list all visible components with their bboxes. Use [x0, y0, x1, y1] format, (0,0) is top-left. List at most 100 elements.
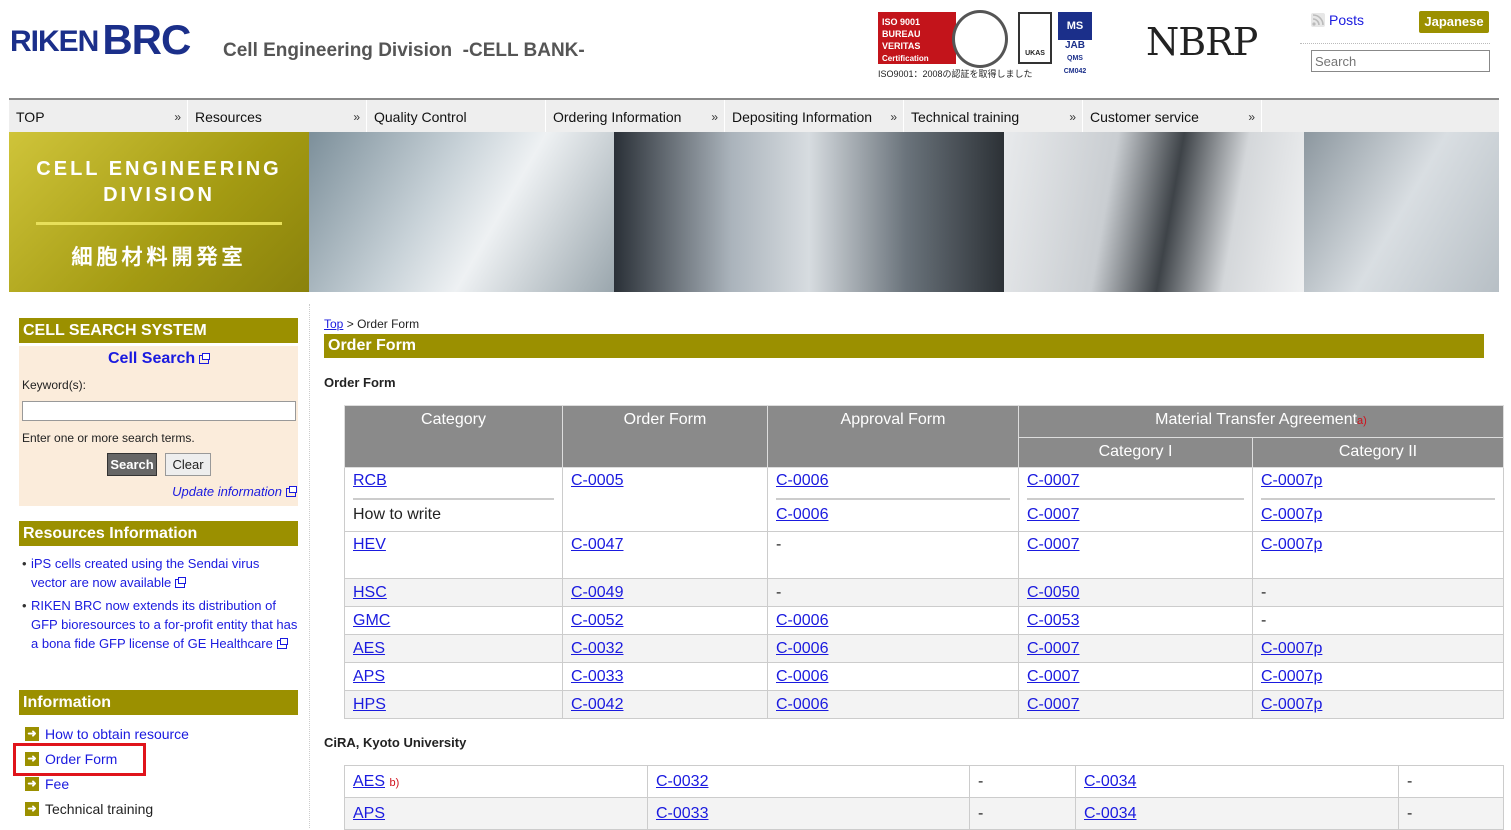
cell-order: C-0052 [562, 606, 768, 635]
category-link-hps[interactable]: HPS [353, 696, 386, 713]
table-row: HPS C-0042 C-0006 C-0007 C-0007p [344, 690, 1504, 719]
update-information-label: Update information [172, 484, 282, 499]
resources-information-heading: Resources Information [19, 521, 298, 546]
table-row: HSC C-0049 - C-0050 - [344, 578, 1504, 607]
cell-mta-cat2: C-0007p [1252, 634, 1504, 663]
nav-label: Technical training [911, 109, 1020, 125]
clear-button[interactable]: Clear [165, 453, 211, 476]
nav-ordering-information[interactable]: Ordering Information » [546, 100, 725, 132]
section-heading-order-form: Order Form [324, 375, 396, 390]
header-category: Category [344, 405, 563, 468]
posts-link[interactable]: Posts [1311, 12, 1364, 28]
mta-cat1-link[interactable]: C-0007 [1027, 696, 1079, 713]
category-link-hsc[interactable]: HSC [353, 584, 387, 601]
mta-cat2-howto-link[interactable]: C-0007p [1261, 506, 1322, 523]
keyword-label: Keyword(s): [22, 378, 87, 392]
info-fee[interactable]: ➜ Fee [25, 776, 69, 792]
info-link-label: Fee [45, 776, 70, 792]
mta-cat2-link[interactable]: C-0007p [1261, 640, 1322, 657]
category-link-rcb[interactable]: RCB [353, 472, 387, 489]
cell-search-heading: CELL SEARCH SYSTEM [19, 318, 298, 343]
arrow-right-icon: ➜ [25, 802, 39, 816]
nav-technical-training[interactable]: Technical training » [904, 100, 1083, 132]
cell-mta-cat1: C-0007 [1018, 662, 1253, 691]
approval-form-link[interactable]: C-0006 [776, 612, 828, 629]
iso-certification-logos: ISO 9001 BUREAU VERITAS Certification UKAS… [876, 10, 1094, 79]
mta-cat1-link[interactable]: C-0007 [1027, 640, 1079, 657]
mta-link[interactable]: C-0034 [1084, 773, 1136, 790]
mta-cat2-link[interactable]: C-0007p [1261, 536, 1322, 553]
nav-quality-control[interactable]: Quality Control [367, 100, 546, 132]
mta-cat2-link[interactable]: C-0007p [1261, 472, 1322, 489]
category-link-gmc[interactable]: GMC [353, 612, 390, 629]
nav-depositing-information[interactable]: Depositing Information » [725, 100, 904, 132]
header: RIKEN BRC Cell Engineering Division -CEL… [0, 0, 1511, 100]
nav-top[interactable]: TOP » [9, 100, 188, 132]
cell-mta: C-0034 [1075, 765, 1399, 798]
category-link-aps[interactable]: APS [353, 668, 385, 685]
category-link-hev[interactable]: HEV [353, 536, 386, 553]
riken-brc-logo[interactable]: RIKEN BRC [10, 18, 191, 62]
mta-cat1-link[interactable]: C-0007 [1027, 668, 1079, 685]
nav-customer-service[interactable]: Customer service » [1083, 100, 1262, 132]
order-form-link[interactable]: C-0032 [656, 773, 708, 790]
order-form-link[interactable]: C-0049 [571, 584, 623, 601]
list-item: iPS cells created using the Sendai virus… [21, 554, 298, 592]
update-information-link[interactable]: Update information [172, 484, 297, 499]
cell-mta-cat2: - [1252, 606, 1504, 635]
double-chevron-down-icon: » [890, 110, 897, 124]
info-how-to-obtain[interactable]: ➜ How to obtain resource [25, 726, 189, 742]
mta-cat1-link[interactable]: C-0053 [1027, 612, 1079, 629]
order-form-link[interactable]: C-0042 [571, 696, 623, 713]
order-form-link[interactable]: C-0005 [571, 472, 623, 489]
approval-howto-link[interactable]: C-0006 [776, 506, 828, 523]
search-button[interactable]: Search [107, 453, 157, 476]
cell-category: GMC [344, 606, 563, 635]
category-link-aes[interactable]: AES [353, 640, 385, 657]
order-form-link[interactable]: C-0032 [571, 640, 623, 657]
cell-search-panel: Cell Search Keyword(s): Enter one or mor… [19, 346, 298, 506]
how-to-write-label: How to write [353, 498, 554, 524]
category-link-aes[interactable]: AES [353, 773, 385, 790]
approval-form-link[interactable]: C-0006 [776, 668, 828, 685]
header-mta: Material Transfer Agreementa) [1018, 405, 1504, 438]
mta-cat1-link[interactable]: C-0050 [1027, 584, 1079, 601]
site-search-input[interactable] [1311, 50, 1490, 72]
cell-order: C-0042 [562, 690, 768, 719]
cira-order-table: AES b) C-0032 - C-0034 - APS C-0033 - C-… [344, 765, 1504, 830]
cell-approval: C-0006 [767, 662, 1019, 691]
cell-search-link[interactable]: Cell Search [108, 350, 211, 368]
info-technical-training[interactable]: ➜ Technical training [25, 801, 153, 817]
mta-cat2-link[interactable]: C-0007p [1261, 696, 1322, 713]
section-heading-cira: CiRA, Kyoto University [324, 735, 467, 750]
news-link-gfp[interactable]: RIKEN BRC now extends its distribution o… [31, 598, 297, 651]
approval-form-link[interactable]: C-0006 [776, 640, 828, 657]
mta-cat2-link[interactable]: C-0007p [1261, 668, 1322, 685]
mta-cat1-link[interactable]: C-0007 [1027, 536, 1079, 553]
order-form-link[interactable]: C-0033 [571, 668, 623, 685]
mta-cat1-howto-link[interactable]: C-0007 [1027, 506, 1079, 523]
order-form-link[interactable]: C-0052 [571, 612, 623, 629]
mta-cat1-link[interactable]: C-0007 [1027, 472, 1079, 489]
info-link-label: How to obtain resource [45, 726, 189, 742]
approval-form-link[interactable]: C-0006 [776, 696, 828, 713]
approval-form-link[interactable]: C-0006 [776, 472, 828, 489]
cell-category: HSC [344, 578, 563, 607]
cell-order: C-0033 [647, 797, 970, 830]
category-link-aps[interactable]: APS [353, 805, 385, 822]
lab-photo-microscope [1004, 132, 1304, 292]
nbrp-logo[interactable]: NBRP [1146, 20, 1258, 64]
posts-label: Posts [1329, 12, 1365, 28]
japanese-language-button[interactable]: Japanese [1419, 11, 1489, 33]
table-row: APS C-0033 - C-0034 - [344, 797, 1504, 830]
keyword-input[interactable] [22, 401, 296, 421]
footnote-marker: a) [1357, 415, 1367, 427]
order-form-link[interactable]: C-0033 [656, 805, 708, 822]
breadcrumb-top-link[interactable]: Top [324, 317, 343, 331]
nav-resources[interactable]: Resources » [188, 100, 367, 132]
order-form-link[interactable]: C-0047 [571, 536, 623, 553]
news-link-ips-cells[interactable]: iPS cells created using the Sendai virus… [31, 556, 259, 590]
mta-link[interactable]: C-0034 [1084, 805, 1136, 822]
page-title: Order Form [324, 334, 1484, 358]
list-item: RIKEN BRC now extends its distribution o… [21, 596, 298, 653]
